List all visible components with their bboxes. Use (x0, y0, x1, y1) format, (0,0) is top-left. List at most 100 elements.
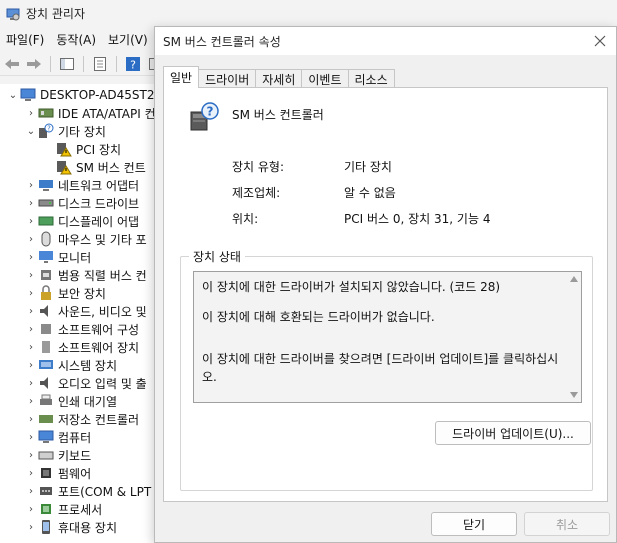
status-scrollbar[interactable] (567, 272, 581, 402)
chevron-right-icon[interactable]: › (24, 432, 38, 443)
tree-node[interactable]: › 네트워크 어댑터 (24, 176, 139, 194)
toolbar-divider (83, 55, 84, 72)
status-line-code28: 이 장치에 대한 드라이버가 설치되지 않았습니다. (코드 28) (202, 280, 501, 294)
tree-node[interactable]: › 펌웨어 (24, 464, 91, 482)
tree-node-label: 휴대용 장치 (58, 520, 118, 535)
chevron-right-icon[interactable]: › (24, 468, 38, 479)
sound-icon (38, 303, 54, 319)
tab-general[interactable]: 일반 (163, 66, 200, 88)
tree-node[interactable]: PCI 장치 (42, 140, 121, 158)
menu-action[interactable]: 동작(A) (50, 31, 102, 48)
tree-node[interactable]: › 포트(COM & LPT (24, 482, 151, 500)
tree-node[interactable]: SM 버스 컨트 (42, 158, 146, 176)
tree-node[interactable]: › 범용 직렬 버스 컨 (24, 266, 147, 284)
port-icon (38, 483, 54, 499)
forward-arrow-icon[interactable] (24, 54, 44, 74)
device-status-text: 이 장치에 대한 드라이버가 설치되지 않았습니다. (코드 28) 이 장치에… (202, 278, 562, 398)
tree-node[interactable]: ⌄ DESKTOP-AD45ST2 (6, 86, 155, 104)
tree-node-label: 포트(COM & LPT (58, 484, 152, 499)
back-arrow-icon[interactable] (2, 54, 22, 74)
tree-node[interactable]: › 시스템 장치 (24, 356, 117, 374)
close-icon[interactable] (592, 33, 608, 49)
tree-node[interactable]: › 소프트웨어 장치 (24, 338, 139, 356)
tree-node[interactable]: › 컴퓨터 (24, 428, 91, 446)
chevron-right-icon[interactable]: › (24, 342, 38, 353)
tree-node[interactable]: › 보안 장치 (24, 284, 106, 302)
tree-node[interactable]: › 소프트웨어 구성 (24, 320, 139, 338)
cancel-button[interactable]: 취소 (524, 512, 610, 536)
tree-node-label: 저장소 컨트롤러 (58, 412, 140, 427)
help-icon[interactable]: ? (123, 54, 143, 74)
scroll-up-icon[interactable] (570, 276, 578, 282)
device-manager-titlebar: 장치 관리자 (0, 0, 617, 27)
chevron-right-icon[interactable]: › (24, 360, 38, 371)
tree-node[interactable]: › 사운드, 비디오 및 (24, 302, 147, 320)
software-device-icon (38, 339, 54, 355)
tree-node[interactable]: ⌄? 기타 장치 (24, 122, 106, 140)
menu-file[interactable]: 파일(F) (0, 31, 50, 48)
tab-events[interactable]: 이벤트 (301, 69, 349, 88)
tree-node[interactable]: › IDE ATA/ATAPI 컨 (24, 104, 156, 122)
menu-view[interactable]: 보기(V) (102, 31, 154, 48)
chevron-right-icon[interactable]: › (24, 234, 38, 245)
chevron-right-icon[interactable]: › (24, 252, 38, 263)
tree-node-label: 디스플레이 어댑 (58, 214, 140, 229)
device-name: SM 버스 컨트롤러 (232, 108, 324, 122)
tree-node[interactable]: › 키보드 (24, 446, 91, 464)
tree-node[interactable]: › 휴대용 장치 (24, 518, 117, 536)
tree-node[interactable]: › 저장소 컨트롤러 (24, 410, 139, 428)
chevron-right-icon[interactable]: › (24, 216, 38, 227)
tree-node-label: SM 버스 컨트 (76, 160, 146, 175)
tree-node[interactable]: › 오디오 입력 및 출 (24, 374, 147, 392)
chevron-down-icon[interactable]: ⌄ (6, 90, 20, 101)
update-driver-button[interactable]: 드라이버 업데이트(U)... (435, 421, 591, 445)
tree-node[interactable]: › 모니터 (24, 248, 91, 266)
tab-resources[interactable]: 리소스 (347, 69, 395, 88)
chevron-right-icon[interactable]: › (24, 180, 38, 191)
chevron-right-icon[interactable]: › (24, 324, 38, 335)
tab-details[interactable]: 자세히 (255, 69, 303, 88)
tab-driver[interactable]: 드라이버 (198, 69, 257, 88)
chevron-right-icon[interactable]: › (24, 486, 38, 497)
device-status-group: 장치 상태 이 장치에 대한 드라이버가 설치되지 않았습니다. (코드 28)… (180, 248, 593, 491)
tree-node-label: IDE ATA/ATAPI 컨 (58, 106, 156, 121)
chevron-right-icon[interactable]: › (24, 270, 38, 281)
chevron-right-icon[interactable]: › (24, 396, 38, 407)
display-adapter-icon (38, 213, 54, 229)
tree-node-label: PCI 장치 (76, 142, 122, 157)
svg-text:?: ? (130, 58, 136, 71)
chevron-right-icon[interactable]: › (24, 108, 38, 119)
warning-device-icon (56, 141, 72, 157)
device-status-legend: 장치 상태 (189, 248, 245, 265)
chevron-right-icon[interactable]: › (24, 450, 38, 461)
chevron-right-icon[interactable]: › (24, 414, 38, 425)
security-device-icon (38, 285, 54, 301)
chevron-right-icon[interactable]: › (24, 522, 38, 533)
properties-icon[interactable] (90, 54, 110, 74)
scroll-down-icon[interactable] (570, 392, 578, 398)
device-manager-icon (6, 7, 20, 21)
tree-node[interactable]: › 디스플레이 어댑 (24, 212, 139, 230)
tree-node-label: 오디오 입력 및 출 (58, 376, 147, 391)
tree-node[interactable]: › 디스크 드라이브 (24, 194, 139, 212)
device-tree: ⌄ DESKTOP-AD45ST2 › IDE ATA/ATAPI 컨 ⌄? 기타 장치 P… (0, 84, 160, 543)
chevron-down-icon[interactable]: ⌄ (24, 126, 38, 137)
chevron-right-icon[interactable]: › (24, 504, 38, 515)
tree-node[interactable]: › 마우스 및 기타 포 (24, 230, 147, 248)
device-status-textbox[interactable]: 이 장치에 대한 드라이버가 설치되지 않았습니다. (코드 28) 이 장치에… (193, 271, 582, 403)
chevron-right-icon[interactable]: › (24, 378, 38, 389)
show-hide-tree-icon[interactable] (57, 54, 77, 74)
tree-node-label: 컴퓨터 (58, 430, 92, 445)
close-button[interactable]: 닫기 (431, 512, 517, 536)
chevron-right-icon[interactable]: › (24, 288, 38, 299)
tree-node-label: 키보드 (58, 448, 92, 463)
manufacturer-value: 알 수 없음 (344, 186, 396, 200)
monitor-icon (38, 249, 54, 265)
tree-node[interactable]: › 프로세서 (24, 500, 102, 518)
chevron-right-icon[interactable]: › (24, 198, 38, 209)
tree-node[interactable]: › 인쇄 대기열 (24, 392, 117, 410)
device-manager-title: 장치 관리자 (26, 7, 86, 21)
chevron-right-icon[interactable]: › (24, 306, 38, 317)
location-label: 위치: (232, 212, 259, 226)
tree-node-label: 디스크 드라이브 (58, 196, 140, 211)
